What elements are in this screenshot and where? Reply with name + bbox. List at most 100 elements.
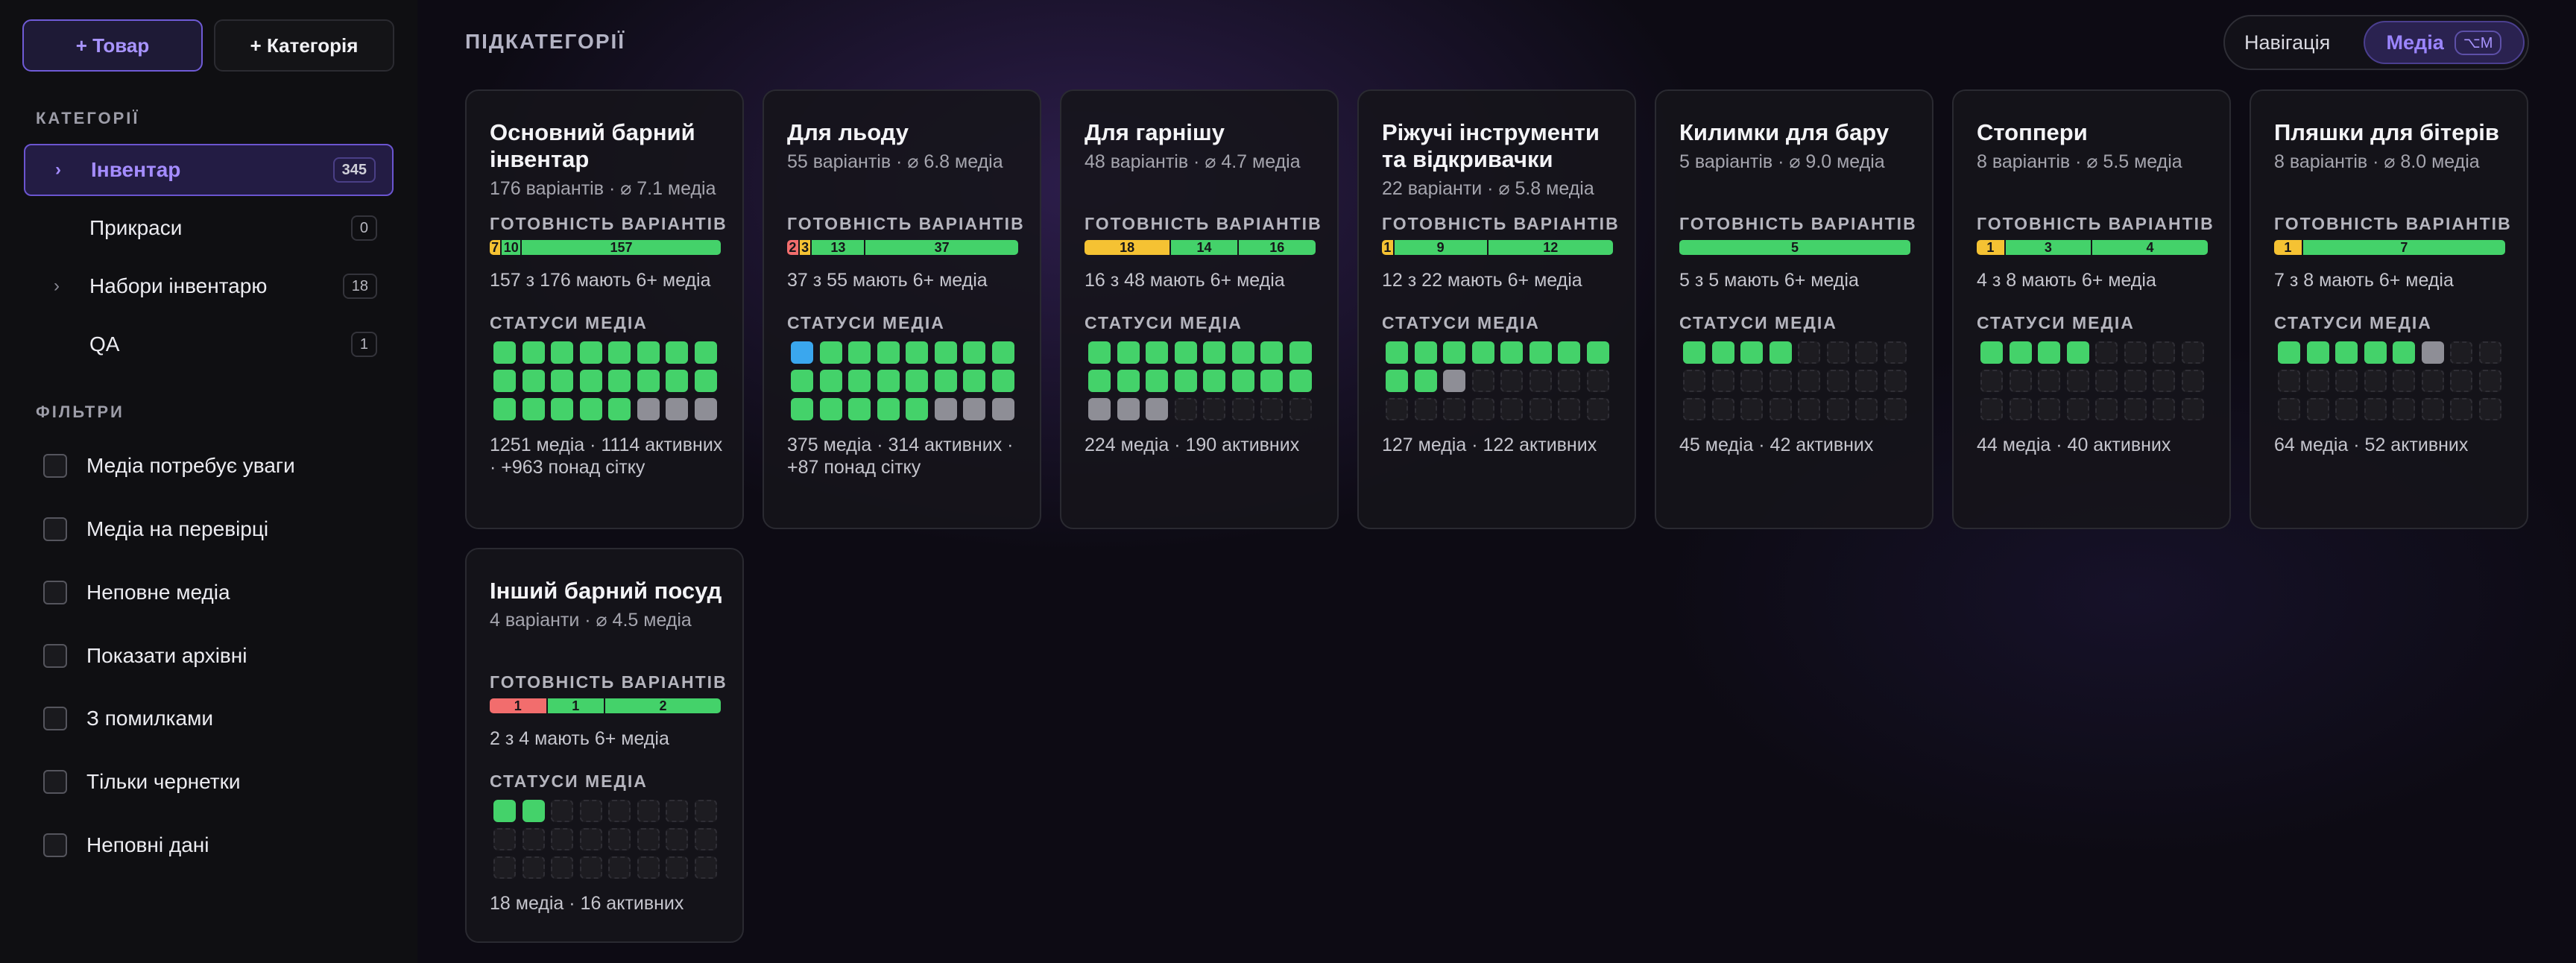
media-empty-cell[interactable] xyxy=(2335,370,2358,392)
media-active-cell[interactable] xyxy=(608,398,631,420)
media-empty-cell[interactable] xyxy=(579,800,602,822)
media-active-cell[interactable] xyxy=(1174,341,1197,364)
media-pending-cell[interactable] xyxy=(1088,398,1111,420)
media-empty-cell[interactable] xyxy=(2478,341,2501,364)
media-empty-cell[interactable] xyxy=(1414,398,1437,420)
media-empty-cell[interactable] xyxy=(2095,398,2118,420)
media-empty-cell[interactable] xyxy=(608,828,631,850)
add-category-button[interactable]: + Категорія xyxy=(214,19,394,72)
media-active-cell[interactable] xyxy=(579,398,602,420)
media-empty-cell[interactable] xyxy=(1855,370,1878,392)
media-active-cell[interactable] xyxy=(2335,341,2358,364)
checkbox[interactable] xyxy=(43,581,67,604)
media-empty-cell[interactable] xyxy=(1855,398,1878,420)
media-empty-cell[interactable] xyxy=(1260,398,1283,420)
media-active-cell[interactable] xyxy=(2038,341,2060,364)
add-product-button[interactable]: + Товар xyxy=(22,19,203,72)
media-empty-cell[interactable] xyxy=(2478,370,2501,392)
media-active-cell[interactable] xyxy=(1231,341,1254,364)
media-empty-cell[interactable] xyxy=(2450,341,2472,364)
media-active-cell[interactable] xyxy=(1414,370,1437,392)
media-active-cell[interactable] xyxy=(819,370,842,392)
media-empty-cell[interactable] xyxy=(2478,398,2501,420)
subcategory-card[interactable]: Інший барний посуд 4 варіанти · ⌀ 4.5 мед… xyxy=(465,548,744,943)
media-empty-cell[interactable] xyxy=(1683,398,1705,420)
media-empty-cell[interactable] xyxy=(2421,398,2444,420)
media-empty-cell[interactable] xyxy=(1558,398,1580,420)
media-empty-cell[interactable] xyxy=(1980,370,2003,392)
media-empty-cell[interactable] xyxy=(2364,370,2387,392)
media-empty-cell[interactable] xyxy=(2038,370,2060,392)
media-pending-cell[interactable] xyxy=(963,398,985,420)
media-pending-cell[interactable] xyxy=(1117,398,1140,420)
media-empty-cell[interactable] xyxy=(2095,370,2118,392)
category-item-qa[interactable]: QA 1 xyxy=(24,318,394,370)
media-active-cell[interactable] xyxy=(877,370,900,392)
media-active-cell[interactable] xyxy=(1500,341,1523,364)
media-active-cell[interactable] xyxy=(551,341,573,364)
media-empty-cell[interactable] xyxy=(551,828,573,850)
media-empty-cell[interactable] xyxy=(666,856,688,879)
checkbox[interactable] xyxy=(43,644,67,668)
category-item-inventory-sets[interactable]: › Набори інвентарю 18 xyxy=(24,260,394,312)
media-empty-cell[interactable] xyxy=(2066,398,2089,420)
media-active-cell[interactable] xyxy=(666,370,688,392)
media-empty-cell[interactable] xyxy=(1740,398,1763,420)
media-empty-cell[interactable] xyxy=(2364,398,2387,420)
media-empty-cell[interactable] xyxy=(2393,398,2415,420)
media-empty-cell[interactable] xyxy=(608,856,631,879)
media-active-cell[interactable] xyxy=(2393,341,2415,364)
media-empty-cell[interactable] xyxy=(1884,398,1907,420)
media-active-cell[interactable] xyxy=(2278,341,2300,364)
media-active-cell[interactable] xyxy=(694,341,717,364)
media-active-cell[interactable] xyxy=(963,341,985,364)
media-active-cell[interactable] xyxy=(694,370,717,392)
media-empty-cell[interactable] xyxy=(2450,370,2472,392)
media-empty-cell[interactable] xyxy=(493,828,516,850)
media-empty-cell[interactable] xyxy=(2009,398,2032,420)
media-empty-cell[interactable] xyxy=(579,828,602,850)
media-empty-cell[interactable] xyxy=(2124,398,2147,420)
media-active-cell[interactable] xyxy=(493,370,516,392)
media-empty-cell[interactable] xyxy=(2153,398,2175,420)
media-empty-cell[interactable] xyxy=(551,800,573,822)
toggle-navigation-button[interactable]: Навігація xyxy=(2244,16,2330,69)
media-empty-cell[interactable] xyxy=(2038,398,2060,420)
media-empty-cell[interactable] xyxy=(1174,398,1197,420)
media-active-cell[interactable] xyxy=(791,370,813,392)
media-empty-cell[interactable] xyxy=(1798,370,1820,392)
media-empty-cell[interactable] xyxy=(2124,341,2147,364)
media-empty-cell[interactable] xyxy=(694,856,717,879)
media-empty-cell[interactable] xyxy=(551,856,573,879)
media-active-cell[interactable] xyxy=(1174,370,1197,392)
media-empty-cell[interactable] xyxy=(2181,398,2204,420)
media-empty-cell[interactable] xyxy=(1529,398,1552,420)
media-active-cell[interactable] xyxy=(906,398,928,420)
media-empty-cell[interactable] xyxy=(1798,398,1820,420)
media-empty-cell[interactable] xyxy=(1386,398,1408,420)
media-active-cell[interactable] xyxy=(522,800,545,822)
media-empty-cell[interactable] xyxy=(1798,341,1820,364)
filter-incomplete-data[interactable]: Неповні дані xyxy=(43,830,209,860)
media-empty-cell[interactable] xyxy=(2278,398,2300,420)
media-empty-cell[interactable] xyxy=(1711,370,1734,392)
media-empty-cell[interactable] xyxy=(522,856,545,879)
media-empty-cell[interactable] xyxy=(1231,398,1254,420)
media-empty-cell[interactable] xyxy=(694,828,717,850)
media-empty-cell[interactable] xyxy=(666,800,688,822)
media-active-cell[interactable] xyxy=(991,341,1014,364)
checkbox[interactable] xyxy=(43,833,67,857)
media-active-cell[interactable] xyxy=(1414,341,1437,364)
subcategory-card[interactable]: Основний барний інвентар 176 варіантів · … xyxy=(465,89,744,529)
media-active-cell[interactable] xyxy=(1980,341,2003,364)
media-active-cell[interactable] xyxy=(2066,341,2089,364)
media-pending-cell[interactable] xyxy=(637,398,660,420)
media-empty-cell[interactable] xyxy=(1740,370,1763,392)
media-empty-cell[interactable] xyxy=(2124,370,2147,392)
media-active-cell[interactable] xyxy=(522,398,545,420)
media-empty-cell[interactable] xyxy=(2421,370,2444,392)
media-active-cell[interactable] xyxy=(2306,341,2329,364)
chevron-right-icon[interactable]: › xyxy=(54,276,82,297)
subcategory-card[interactable]: Пляшки для бітерів 8 варіантів · ⌀ 8.0 ме… xyxy=(2250,89,2528,529)
media-pending-cell[interactable] xyxy=(694,398,717,420)
